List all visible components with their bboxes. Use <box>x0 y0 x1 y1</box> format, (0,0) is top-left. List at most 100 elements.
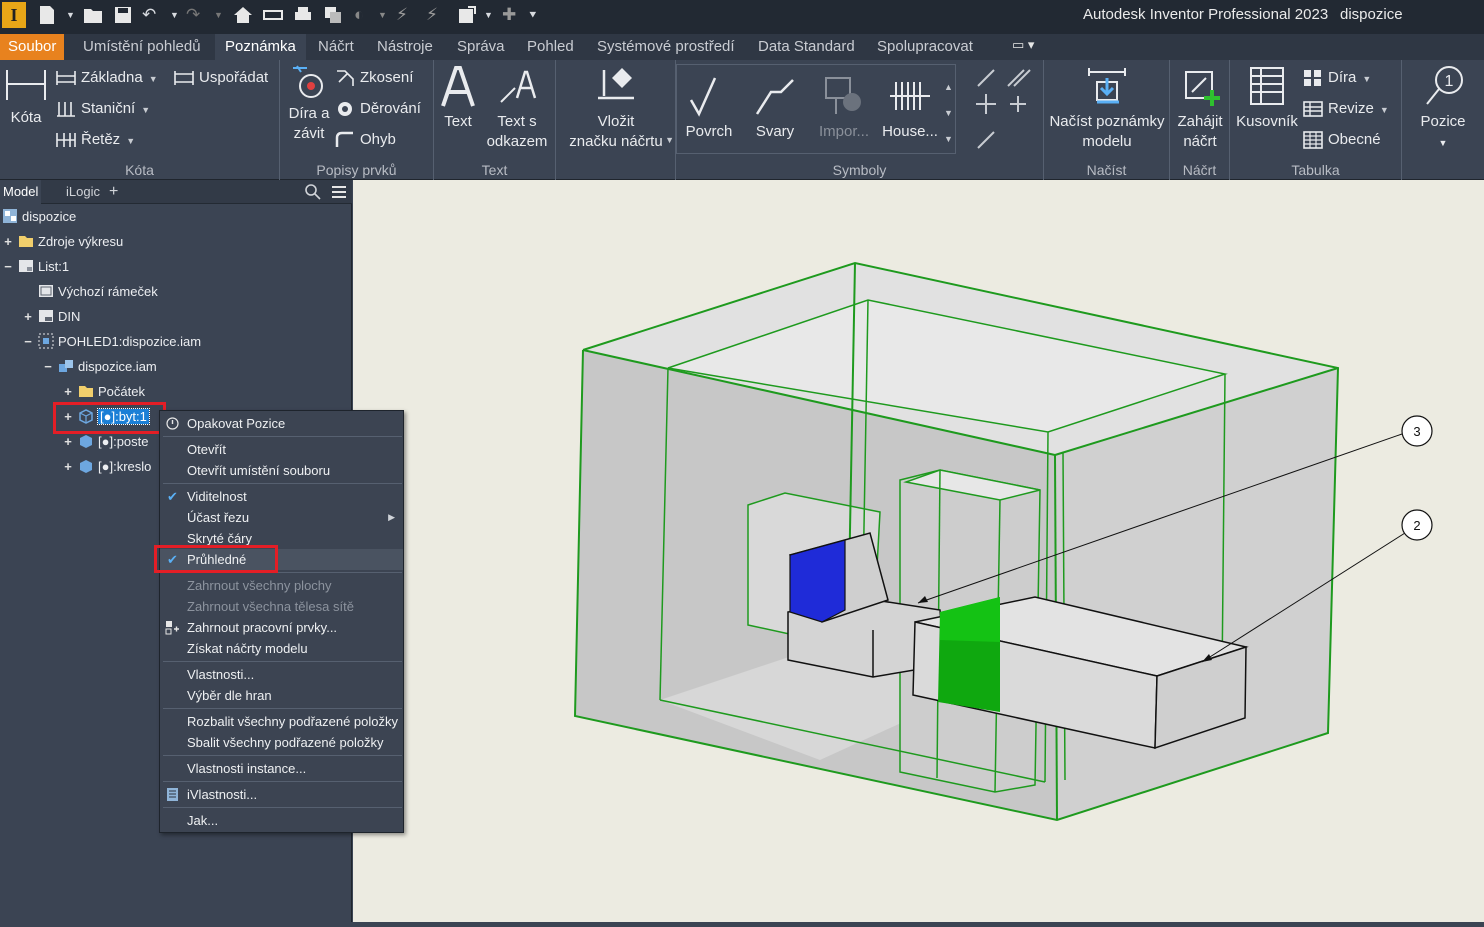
zkoseni-button[interactable]: Zkosení <box>334 68 413 88</box>
tab-umisteni-pohledu[interactable]: Umístění pohledů <box>73 34 211 60</box>
tree-item-postel[interactable]: + [●]:poste <box>62 431 158 453</box>
menu-rozbalit[interactable]: Rozbalit všechny podřazené položky <box>160 711 403 732</box>
odkaz-line1: Text s <box>497 113 537 130</box>
tree-item-ramecek[interactable]: Výchozí rámeček <box>22 281 158 303</box>
expand-icon[interactable]: + <box>62 431 74 453</box>
open-folder-icon[interactable] <box>82 4 104 26</box>
tab-spolupracovat[interactable]: Spolupracovat <box>867 34 983 60</box>
tab-nacrt[interactable]: Náčrt <box>308 34 364 60</box>
pozice-button[interactable]: 1 Pozice ▼ <box>1410 64 1476 153</box>
menu-zahrnout-pracovni[interactable]: Zahrnout pracovní prvky... <box>160 617 403 638</box>
app-logo[interactable]: I <box>2 2 26 28</box>
home-icon[interactable] <box>232 4 254 26</box>
retez-button[interactable]: Řetěz ▼ <box>55 130 135 150</box>
tab-model[interactable]: Model <box>0 180 42 204</box>
undo-dropdown-icon[interactable]: ▼ <box>170 4 179 26</box>
vlozit-znacku-button[interactable]: Vložit značku náčrtu ▼ <box>562 64 674 152</box>
tab-ilogic[interactable]: iLogic <box>63 180 103 204</box>
menu-jak[interactable]: Jak... <box>160 810 403 831</box>
iproperties-icon <box>167 788 178 801</box>
svary-button[interactable]: Svary <box>750 74 800 142</box>
zakladna-button[interactable]: Základna ▼ <box>55 68 158 88</box>
menu-opakovat-pozice[interactable]: Opakovat Pozice <box>160 413 403 434</box>
copy-icon[interactable] <box>322 4 344 26</box>
tree-item-pohled1[interactable]: − POHLED1:dispozice.iam <box>22 331 201 353</box>
expand-icon[interactable]: + <box>62 456 74 478</box>
tree-item-din[interactable]: + DIN <box>22 306 80 328</box>
tree-item-list1[interactable]: − List:1 <box>2 256 69 278</box>
menu-ziskat-nacrty[interactable]: Získat náčrty modelu <box>160 638 403 659</box>
obecne-button[interactable]: Obecné <box>1302 130 1381 150</box>
tab-poznamka[interactable]: Poznámka <box>215 34 306 60</box>
chevron-down-icon[interactable]: ▼ <box>141 105 150 115</box>
undo-icon[interactable]: ↶ <box>142 4 156 26</box>
menu-ivlastnosti[interactable]: iVlastnosti... <box>160 784 403 805</box>
tab-nastroje[interactable]: Nástroje <box>367 34 443 60</box>
chevron-down-icon[interactable]: ▼ <box>1380 105 1389 115</box>
menu-viditelnost[interactable]: ✔ Viditelnost <box>160 486 403 507</box>
tab-soubor[interactable]: Soubor <box>0 34 65 60</box>
new-file-icon[interactable] <box>36 4 58 26</box>
tab-systemove-prostredi[interactable]: Systémové prostředí <box>587 34 745 60</box>
expand-icon[interactable]: + <box>22 306 34 328</box>
menu-label: Získat náčrty modelu <box>187 641 308 656</box>
kusovnik-button[interactable]: Kusovník <box>1234 64 1300 132</box>
text-button[interactable]: Text <box>438 64 478 132</box>
chevron-down-icon[interactable]: ▼ <box>1439 138 1448 148</box>
save-icon[interactable] <box>112 4 134 26</box>
povrch-button[interactable]: Povrch <box>684 74 734 142</box>
house-button[interactable]: House... <box>878 74 942 142</box>
folder-icon <box>79 386 93 397</box>
gallery-scroll[interactable]: ▲ ▼ ▼ <box>944 74 953 152</box>
collapse-icon[interactable]: − <box>22 331 34 353</box>
nacist-poznamky-button[interactable]: Načíst poznámky modelu <box>1048 64 1166 152</box>
export-icon[interactable] <box>456 4 478 26</box>
dira-tabulka-button[interactable]: Díra ▼ <box>1302 68 1371 88</box>
chevron-down-icon[interactable]: ▼ <box>149 74 158 84</box>
nacist-line2: modelu <box>1082 133 1132 150</box>
text-s-odkazem-button[interactable]: Text s odkazem <box>484 64 550 152</box>
chevron-down-icon[interactable]: ▼ <box>665 130 674 150</box>
expand-icon[interactable]: + <box>62 381 74 403</box>
menu-icon[interactable] <box>330 183 348 206</box>
menu-otevrit-umisteni[interactable]: Otevřít umístění souboru <box>160 460 403 481</box>
collapse-icon[interactable]: − <box>2 256 14 278</box>
derovani-button[interactable]: Děrování <box>334 99 421 119</box>
export-dropdown-icon[interactable]: ▼ <box>484 4 493 26</box>
stanicni-button[interactable]: Staniční ▼ <box>55 99 150 119</box>
tree-item-kreslo[interactable]: + [●]:kreslo <box>62 456 158 478</box>
kota-button[interactable]: Kóta <box>2 66 50 128</box>
tree-item-pocatek[interactable]: + Počátek <box>62 381 145 403</box>
ribbon-display-icon[interactable]: ▭ ▾ <box>1012 37 1034 53</box>
drawing-canvas[interactable]: 3 2 <box>353 180 1484 922</box>
symbol-tools-icon[interactable] <box>974 66 1034 152</box>
tab-pohled[interactable]: Pohled <box>517 34 584 60</box>
expand-icon[interactable]: + <box>2 231 14 253</box>
print-icon[interactable] <box>292 4 314 26</box>
add-icon[interactable]: ✚ <box>502 4 516 26</box>
menu-ucast-rezu[interactable]: Účast řezu ▶ <box>160 507 403 528</box>
tab-data-standard[interactable]: Data Standard <box>748 34 865 60</box>
collapse-icon[interactable]: − <box>42 356 54 378</box>
chevron-down-icon[interactable]: ▼ <box>126 136 135 146</box>
dira-a-zavit-button[interactable]: Díra a závit <box>284 64 334 144</box>
customize-qat-icon[interactable]: ⯆ <box>528 4 538 26</box>
tab-sprava[interactable]: Správa <box>447 34 515 60</box>
menu-otevrit[interactable]: Otevřít <box>160 439 403 460</box>
usporadat-button[interactable]: Uspořádat <box>173 68 268 88</box>
ohyb-button[interactable]: Ohyb <box>334 130 396 150</box>
chevron-down-icon[interactable]: ▼ <box>1362 74 1371 84</box>
measure-icon[interactable] <box>262 4 284 26</box>
tree-item-dispozice[interactable]: dispozice <box>2 206 76 228</box>
search-icon[interactable] <box>304 183 322 205</box>
menu-vyber-dle-hran[interactable]: Výběr dle hran <box>160 685 403 706</box>
menu-sbalit[interactable]: Sbalit všechny podřazené položky <box>160 732 403 753</box>
new-dropdown-icon[interactable]: ▼ <box>66 4 75 26</box>
revize-button[interactable]: Revize ▼ <box>1302 99 1389 119</box>
menu-vlastnosti[interactable]: Vlastnosti... <box>160 664 403 685</box>
menu-vlastnosti-instance[interactable]: Vlastnosti instance... <box>160 758 403 779</box>
tree-item-zdroje[interactable]: + Zdroje výkresu <box>2 231 123 253</box>
tree-item-dispozice-iam[interactable]: − dispozice.iam <box>42 356 157 378</box>
zahajit-nacrt-button[interactable]: Zahájit náčrt <box>1172 64 1228 152</box>
add-tab-icon[interactable]: + <box>106 180 121 204</box>
